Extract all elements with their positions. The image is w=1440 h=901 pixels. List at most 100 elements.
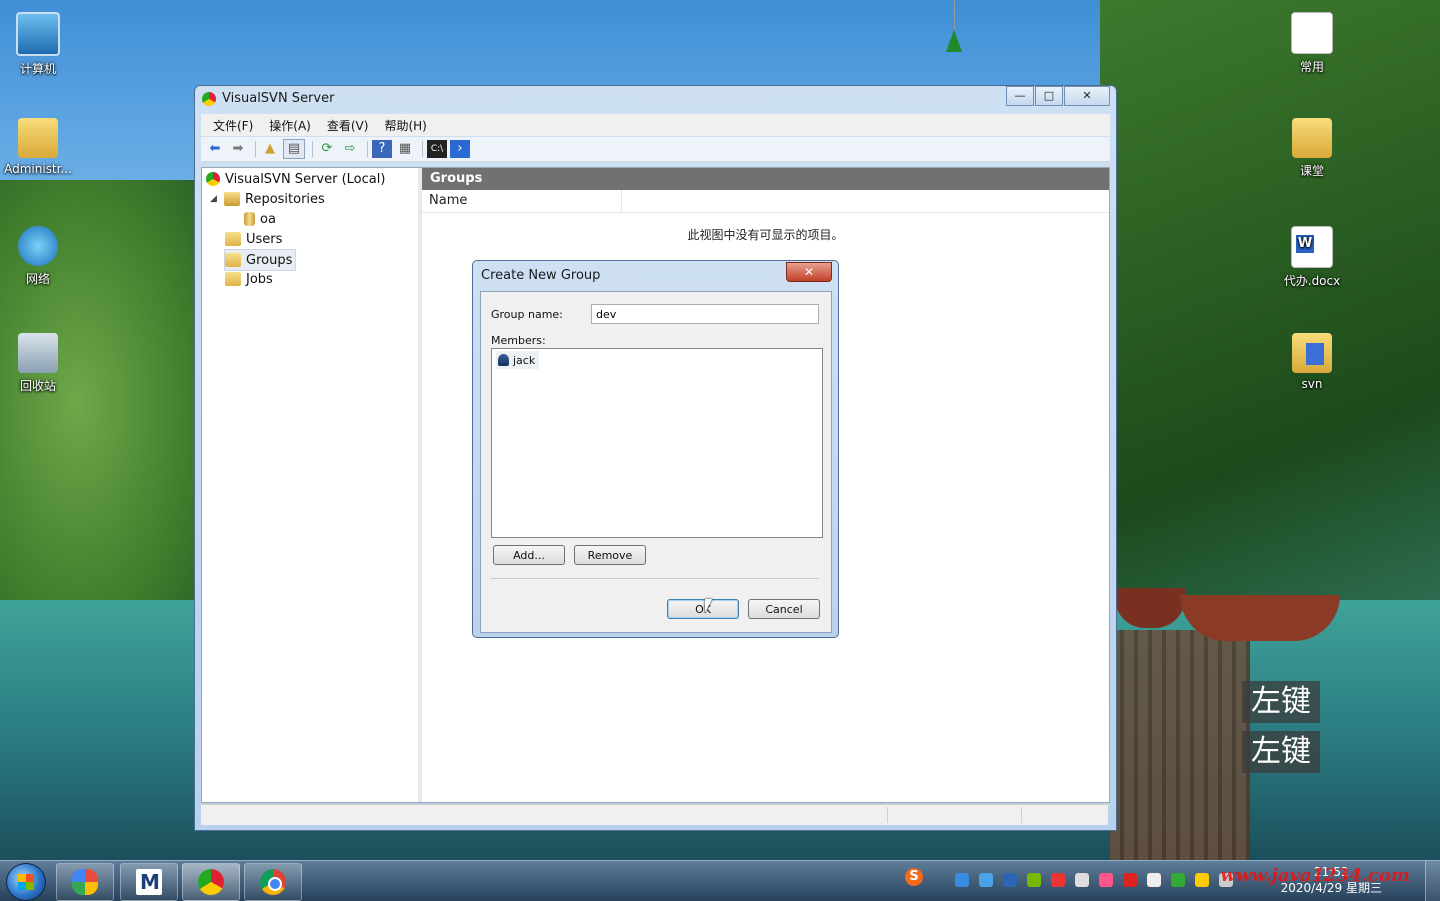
tray-tp-icon[interactable] [1003,873,1017,887]
tray-plus-icon[interactable] [1195,873,1209,887]
desktop-icon-label: 回收站 [19,379,56,393]
document-shortcut-icon [1291,12,1333,54]
tree-item-label: Repositories [245,191,325,207]
desktop-icon-changyong[interactable]: 常用 [1274,12,1350,75]
menu-view[interactable]: 查看(V) [319,117,377,134]
refresh-icon[interactable]: ⟳ [317,140,337,158]
members-label: Members: [491,334,546,347]
minimize-button[interactable]: — [1006,86,1034,106]
desktop-icon-daiban-docx[interactable]: 代办.docx [1274,226,1350,289]
status-bar [201,804,1108,825]
start-button[interactable] [6,863,46,901]
tray-s-icon[interactable] [1051,873,1065,887]
wallpaper-boat [1180,595,1340,641]
folder-icon [225,253,241,267]
tree-item-server[interactable]: VisualSVN Server (Local) [206,169,385,189]
dialog-title: Create New Group [481,268,601,283]
forward-icon[interactable]: ➡ [228,140,248,158]
remove-member-button[interactable]: Remove [574,545,646,565]
collapse-arrow-icon[interactable]: ◢ [210,194,220,204]
desktop-icon-svn[interactable]: svn [1274,333,1350,391]
dialog-close-button[interactable]: ✕ [786,262,832,282]
toolbar-separator [367,141,368,157]
tray-shield-icon[interactable] [1171,873,1185,887]
column-header-row: Name [422,190,1109,213]
key-tip-overlay: 左键 [1242,731,1320,773]
help-icon[interactable]: ? [372,140,392,158]
menu-action[interactable]: 操作(A) [261,117,319,134]
tree-item-label: Jobs [246,271,273,287]
desktop-icon-label: svn [1301,377,1323,391]
dialog-body: Group name: dev Members: jack Add... Rem… [480,291,832,633]
tray-nvidia-icon[interactable] [1027,873,1041,887]
desktop-icon-label: 课堂 [1299,164,1324,178]
folder-icon [225,272,241,286]
desktop-icon-computer[interactable]: 计算机 [0,12,76,77]
up-folder-icon[interactable]: ▲ [260,140,280,158]
tray-device-icon[interactable] [1147,873,1161,887]
sogou-ime-icon[interactable]: S [905,868,923,886]
taskbar-app-chrome[interactable] [244,863,302,901]
close-button[interactable]: ✕ [1064,86,1110,106]
tree-item-groups[interactable]: Groups [224,249,297,271]
tree-item-repositories[interactable]: ◢ Repositories [210,189,325,209]
cancel-button[interactable]: Cancel [748,599,820,619]
desktop-icon-label: 代办.docx [1283,274,1341,288]
network-icon [18,226,58,266]
folder-shortcut-icon [1292,118,1332,158]
create-group-dialog: Create New Group ✕ Group name: dev Membe… [472,260,839,638]
export-icon[interactable]: ⇨ [340,140,360,158]
powershell-icon[interactable]: › [450,140,470,158]
column-header-name[interactable]: Name [422,190,622,212]
desktop-icon-label: 计算机 [19,62,56,76]
butterfly-app-icon [72,869,98,895]
empty-list-message: 此视图中没有可显示的项目。 [687,228,844,242]
pane-header: Groups [422,168,1109,190]
repositories-icon [224,192,240,206]
add-member-button[interactable]: Add... [493,545,565,565]
toolbar-separator [312,141,313,157]
group-name-input[interactable]: dev [591,304,819,324]
members-list[interactable]: jack [491,348,823,538]
show-hide-tree-icon[interactable]: ▤ [283,139,305,159]
list-item[interactable]: jack [496,351,540,369]
dialog-separator [491,578,819,579]
show-desktop-button[interactable] [1425,861,1440,901]
tree-item-label: VisualSVN Server (Local) [225,171,386,187]
taskbar-app-m[interactable] [120,863,178,901]
tray-red-icon[interactable] [1123,873,1137,887]
desktop-icon-ketang[interactable]: 课堂 [1274,118,1350,179]
taskbar-app-butterfly[interactable] [56,863,114,901]
maximize-button[interactable]: □ [1035,86,1063,106]
recycle-bin-icon [18,333,58,373]
visualsvn-app-icon [198,869,224,895]
title-bar[interactable]: VisualSVN Server — □ ✕ [195,86,1116,112]
console-icon[interactable]: C:\ [427,140,447,158]
desktop-icon-label: Administr... [4,162,72,176]
menu-file[interactable]: 文件(F) [205,117,261,134]
tray-flower-icon[interactable] [1099,873,1113,887]
tree-item-repo-oa[interactable]: oa [244,209,276,229]
desktop-icon-recycle-bin[interactable]: 回收站 [0,333,76,394]
tree-item-users[interactable]: Users [225,229,282,249]
ok-button[interactable]: OK [667,599,739,619]
desktop-icon-administrator[interactable]: Administr... [0,118,76,176]
properties-icon[interactable]: ▦ [395,140,415,158]
wallpaper-forest [1100,0,1440,620]
back-icon[interactable]: ⬅ [205,140,225,158]
user-folder-icon [18,118,58,158]
menu-bar: 文件(F) 操作(A) 查看(V) 帮助(H) [201,114,1110,136]
window-title: VisualSVN Server [222,91,335,106]
ornament-string [954,0,955,30]
desktop-icon-network[interactable]: 网络 [0,226,76,287]
user-icon [498,354,509,366]
taskbar-app-visualsvn[interactable] [182,863,240,901]
tray-box-icon[interactable] [979,873,993,887]
tray-thermometer-icon[interactable] [1075,873,1089,887]
menu-help[interactable]: 帮助(H) [376,117,434,134]
word-doc-icon [1291,226,1333,268]
tree-item-jobs[interactable]: Jobs [225,269,273,289]
tray-network-icon[interactable] [955,873,969,887]
navigation-tree: VisualSVN Server (Local) ◢ Repositories … [202,168,422,802]
christmas-tree-icon [946,30,962,52]
